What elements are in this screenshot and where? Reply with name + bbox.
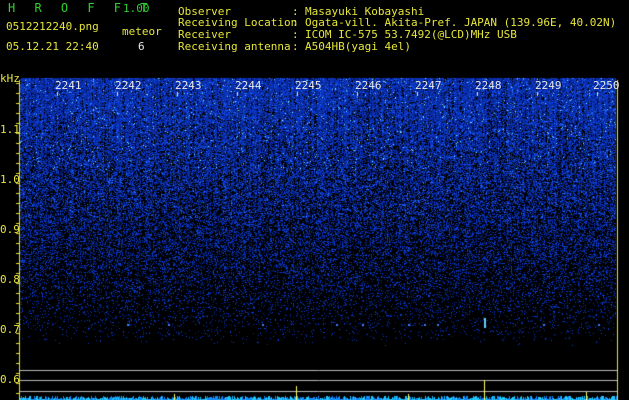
info-label-antenna: Receiving antenna <box>178 40 291 53</box>
info-value-antenna: A504HB(yagi 4el) <box>305 40 411 53</box>
y-tick-label: 0.6 <box>0 373 20 386</box>
x-tick-label: 2247 <box>415 79 442 92</box>
x-tick-label: 2249 <box>535 79 562 92</box>
x-tick-label: 2250 <box>593 79 620 92</box>
x-tick-label: 2246 <box>355 79 382 92</box>
y-tick-label: 0.9 <box>0 223 20 236</box>
x-tick-label: 2243 <box>175 79 202 92</box>
y-tick-label: 1.1 <box>0 123 20 136</box>
app-version: 1.00 <box>123 2 150 15</box>
x-tick-label: 2248 <box>475 79 502 92</box>
y-tick-label: 0.7 <box>0 323 20 336</box>
date-time: 05.12.21 22:40 <box>6 40 99 53</box>
x-tick-label: 2245 <box>295 79 322 92</box>
spectrogram-canvas <box>0 0 629 400</box>
meteor-count: 6 <box>138 40 145 53</box>
file-name: 0512212240.png <box>6 20 99 33</box>
x-tick-label: 2244 <box>235 79 262 92</box>
x-tick-label: 2242 <box>115 79 142 92</box>
meteor-label: meteor <box>122 25 162 38</box>
y-axis-label: kHz <box>0 72 20 85</box>
info-sep: : <box>292 40 299 53</box>
y-tick-label: 1.0 <box>0 173 20 186</box>
y-tick-label: 0.8 <box>0 273 20 286</box>
x-tick-label: 2241 <box>55 79 82 92</box>
